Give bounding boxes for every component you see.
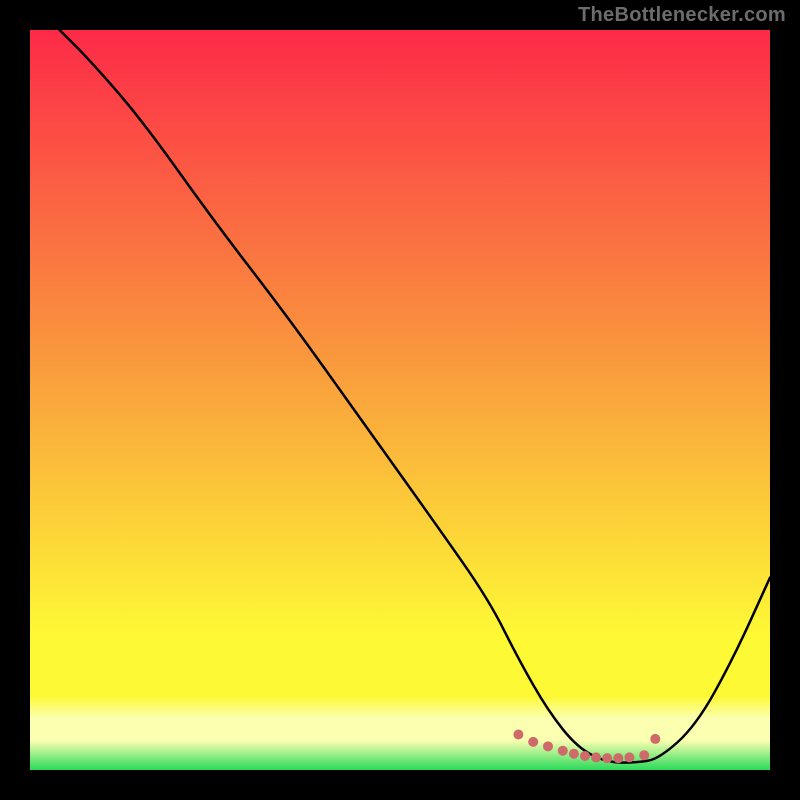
valley-dot xyxy=(650,734,660,744)
valley-dot xyxy=(528,737,538,747)
plot-area xyxy=(30,30,770,770)
valley-dot xyxy=(580,751,590,761)
plot-svg xyxy=(30,30,770,770)
valley-dot xyxy=(602,753,612,763)
valley-dot xyxy=(558,746,568,756)
gradient-background xyxy=(30,30,770,770)
chart-frame: TheBottlenecker.com xyxy=(0,0,800,800)
valley-dot xyxy=(591,752,601,762)
valley-dot xyxy=(613,753,623,763)
valley-dot xyxy=(513,729,523,739)
valley-dot xyxy=(624,752,634,762)
valley-dot xyxy=(639,750,649,760)
valley-dot xyxy=(569,749,579,759)
valley-dot xyxy=(543,741,553,751)
attribution-label: TheBottlenecker.com xyxy=(578,4,786,27)
